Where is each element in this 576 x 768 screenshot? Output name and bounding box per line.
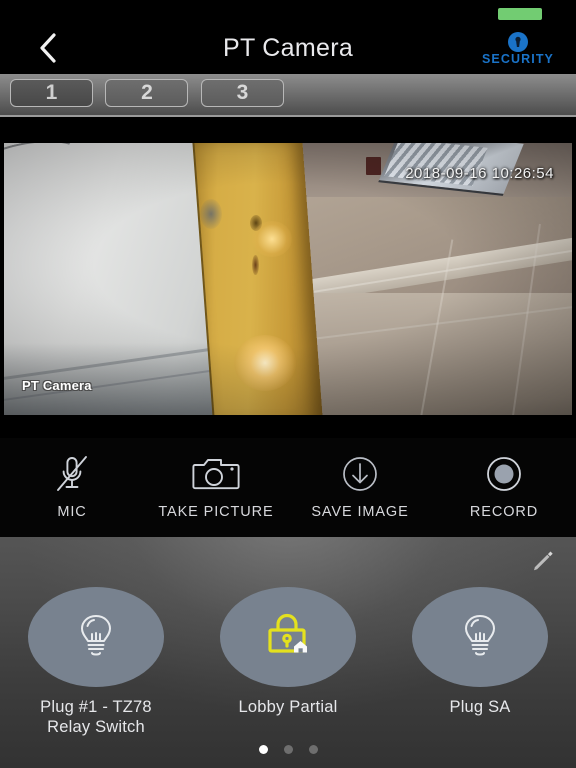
microphone-muted-icon [51,451,93,497]
video-timestamp: 2018-09-16 10:26:54 [405,165,554,182]
device-tile-circle [220,587,356,687]
camera-tab-3[interactable]: 3 [200,79,284,107]
camera-controls-toolbar: MIC TAKE PICTURE SAVE IMAGE RECORD [0,438,576,537]
camera-tab-1[interactable]: 1 [10,79,93,107]
page-dot-3[interactable] [308,745,318,754]
device-tile-label: Lobby Partial [238,698,338,716]
edit-button[interactable] [524,547,558,581]
save-image-label: SAVE IMAGE [311,504,409,520]
device-tile-label: Plug SA [449,698,511,716]
scene-vignette [4,143,572,415]
lock-home-icon [262,609,314,666]
pencil-edit-icon [526,547,556,582]
download-arrow-circle-icon [338,451,382,497]
page-dot-1[interactable] [258,745,268,754]
video-surface: 2018-09-16 10:26:54 PT Camera [4,121,572,437]
save-image-button[interactable]: SAVE IMAGE [288,438,432,537]
battery-icon [498,8,542,20]
camera-tab-2[interactable]: 2 [105,79,189,107]
device-tile-plug-sa[interactable]: Plug SA [384,587,576,737]
device-tile-circle [28,587,164,687]
page-dot-2[interactable] [283,745,293,754]
security-logo-label: SECURITY [481,51,554,66]
camera-icon [192,451,240,497]
lightbulb-icon [457,610,503,665]
security-shield-keyhole-icon [507,31,529,53]
devices-panel: Plug #1 - TZ78 Relay Switch Lobby Partia… [0,537,576,768]
record-button[interactable]: RECORD [432,438,576,537]
mic-button[interactable]: MIC [0,438,144,537]
device-tile-label: Plug #1 - TZ78 Relay Switch [40,698,152,736]
lightbulb-icon [73,610,119,665]
device-tile-plug1[interactable]: Plug #1 - TZ78 Relay Switch [0,587,192,737]
record-dot-icon [482,451,526,497]
app-root: PT Camera SECURITY 1 2 3 2018-09-16 10:2… [0,0,576,768]
video-camera-name: PT Camera [22,378,92,393]
security-logo[interactable]: SECURITY [474,24,562,72]
status-bar [0,0,576,22]
take-picture-button[interactable]: TAKE PICTURE [144,438,288,537]
camera-tab-bar: 1 2 3 [0,74,576,115]
device-tile-lobby-partial[interactable]: Lobby Partial [192,587,384,737]
device-tile-list: Plug #1 - TZ78 Relay Switch Lobby Partia… [0,587,576,737]
take-picture-label: TAKE PICTURE [158,504,274,520]
device-tile-circle [412,587,548,687]
navigation-bar: PT Camera SECURITY [0,22,576,74]
page-indicator [0,745,576,754]
video-frame [4,143,572,415]
record-label: RECORD [469,504,539,520]
video-player[interactable]: 2018-09-16 10:26:54 PT Camera [0,115,576,438]
mic-label: MIC [57,504,87,520]
